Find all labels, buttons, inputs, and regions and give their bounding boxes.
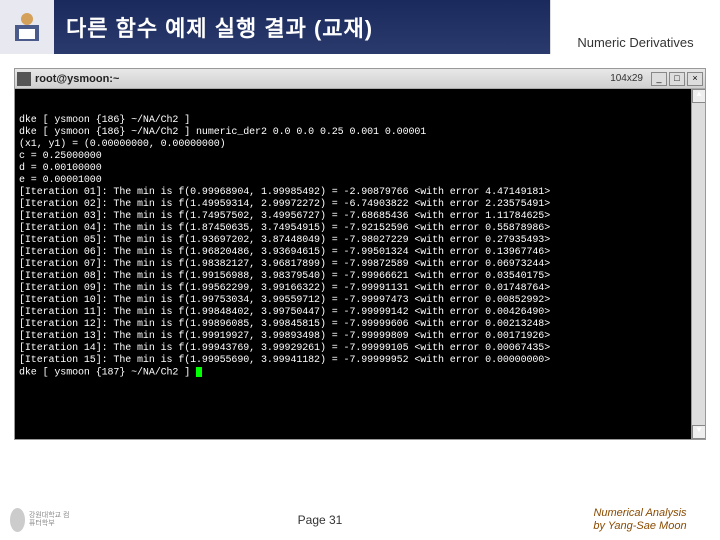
terminal-window: root@ysmoon:~ 104x29 _ □ × dke [ ysmoon … bbox=[14, 68, 706, 440]
minimize-button[interactable]: _ bbox=[651, 72, 667, 86]
slide-header: 다른 함수 예제 실행 결과 (교재) Numeric Derivatives bbox=[0, 0, 720, 54]
terminal-titlebar: root@ysmoon:~ 104x29 _ □ × bbox=[15, 69, 705, 89]
logo-circle bbox=[10, 508, 25, 532]
terminal-body: dke [ ysmoon {186} ~/NA/Ch2 ] dke [ ysmo… bbox=[15, 89, 705, 439]
maximize-button[interactable]: □ bbox=[669, 72, 685, 86]
footer-credit: Numerical Analysis by Yang-Sae Moon bbox=[570, 507, 720, 533]
terminal-title: root@ysmoon:~ bbox=[35, 73, 610, 85]
credit-line-1: Numerical Analysis bbox=[570, 507, 710, 520]
terminal-size: 104x29 bbox=[610, 73, 643, 84]
scrollbar[interactable]: ▲ ▼ bbox=[691, 89, 705, 439]
scroll-track[interactable] bbox=[692, 103, 705, 425]
logo-text: 강원대학교 컴퓨터학부 bbox=[29, 512, 70, 528]
header-icon bbox=[0, 0, 54, 54]
credit-line-2: by Yang-Sae Moon bbox=[570, 520, 710, 533]
slide-footer: 강원대학교 컴퓨터학부 Page 31 Numerical Analysis b… bbox=[0, 500, 720, 540]
close-button[interactable]: × bbox=[687, 72, 703, 86]
cursor bbox=[196, 367, 202, 377]
terminal-icon bbox=[17, 72, 31, 86]
scroll-down-button[interactable]: ▼ bbox=[692, 425, 705, 439]
footer-logo: 강원대학교 컴퓨터학부 bbox=[10, 505, 70, 535]
scroll-up-button[interactable]: ▲ bbox=[692, 89, 705, 103]
slide-title: 다른 함수 예제 실행 결과 (교재) bbox=[54, 0, 550, 54]
page-number: Page 31 bbox=[70, 513, 570, 527]
slide-topic: Numeric Derivatives bbox=[550, 0, 720, 54]
